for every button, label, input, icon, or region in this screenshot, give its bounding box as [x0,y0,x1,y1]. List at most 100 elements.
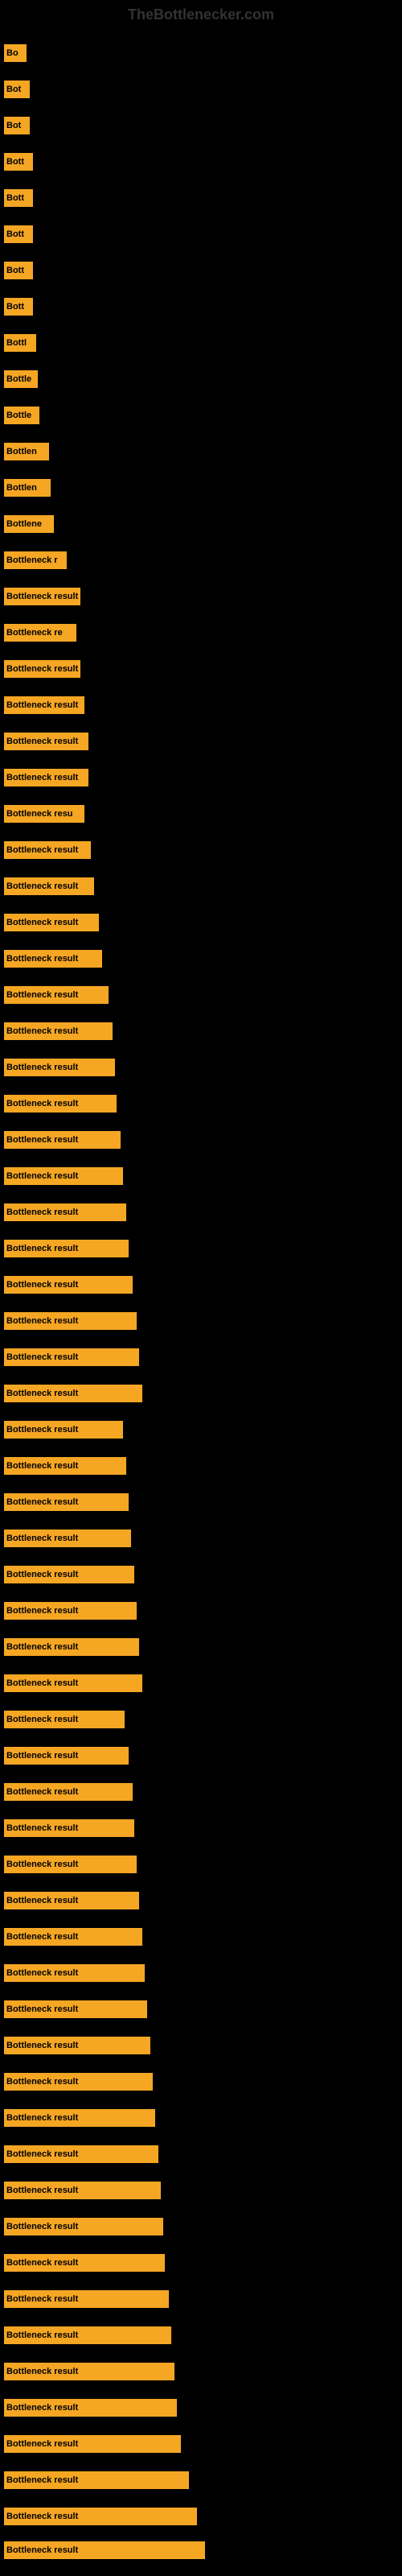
bottleneck-bar: Bottleneck result [4,2218,163,2235]
bottleneck-bar: Bottleneck result [4,1240,129,1257]
bar-row: Bottleneck result [4,2326,171,2344]
bar-row: Bottleneck result [4,1964,145,1982]
bar-row: Bottlen [4,443,49,460]
bottleneck-bar: Bottleneck result [4,1711,125,1728]
bottleneck-bar: Bottleneck result [4,986,109,1004]
bar-row: Bott [4,225,33,243]
bottleneck-bar: Bottleneck result [4,1348,139,1366]
bar-row: Bottleneck result [4,914,99,931]
bar-row: Bottleneck result [4,1022,113,1040]
bottleneck-bar: Bottleneck result [4,1747,129,1765]
bar-row: Bottleneck result [4,1493,129,1511]
bar-row: Bottleneck result [4,2218,163,2235]
bar-row: Bottl [4,334,36,352]
bottleneck-bar: Bottleneck result [4,1167,123,1185]
bottleneck-bar: Bottleneck result [4,1095,117,1113]
bar-row: Bot [4,117,30,134]
bottleneck-bar: Bottlene [4,515,54,533]
bottleneck-bar: Bottl [4,334,36,352]
bottleneck-bar: Bottleneck result [4,1385,142,1402]
bottleneck-bar: Bottleneck result [4,1892,139,1909]
bar-row: Bottleneck result [4,1348,139,1366]
bar-row: Bottleneck result [4,1783,133,1801]
bottleneck-bar: Bottleneck result [4,2073,153,2091]
bar-row: Bottleneck result [4,986,109,1004]
bottleneck-bar: Bottleneck result [4,1964,145,1982]
bar-row: Bottleneck result [4,1131,121,1149]
bottleneck-bar: Bottleneck result [4,2037,150,2054]
bottleneck-bar: Bottleneck result [4,769,88,786]
bottleneck-bar: Bottle [4,370,38,388]
bar-row: Bottleneck result [4,2471,189,2489]
bar-row: Bottleneck result [4,2109,155,2127]
bar-row: Bottleneck result [4,2508,197,2525]
bottleneck-bar: Bottleneck result [4,2399,177,2417]
bottleneck-bar: Bottleneck result [4,2254,165,2272]
bar-row: Bottleneck result [4,1421,123,1439]
bar-row: Bottleneck result [4,588,80,605]
bottleneck-bar: Bottleneck result [4,950,102,968]
bar-row: Bottle [4,407,39,424]
bar-row: Bottleneck r [4,551,67,569]
bar-row: Bottleneck result [4,2037,150,2054]
bottleneck-bar: Bottleneck result [4,2290,169,2308]
bar-row: Bottleneck result [4,2541,205,2559]
bar-row: Bottleneck result [4,1167,123,1185]
bottleneck-bar: Bott [4,189,33,207]
bottleneck-bar: Bottleneck result [4,2435,181,2453]
bar-row: Bottleneck result [4,950,102,968]
bottleneck-bar: Bottleneck result [4,914,99,931]
bar-row: Bottleneck result [4,877,94,895]
bar-row: Bottleneck result [4,1566,134,1583]
bar-row: Bottleneck result [4,1276,133,1294]
bar-row: Bottleneck result [4,2399,177,2417]
bar-row: Bot [4,80,30,98]
bar-row: Bottleneck result [4,1928,142,1946]
bar-row: Bottleneck result [4,1747,129,1765]
bar-row: Bottleneck result [4,1892,139,1909]
bottleneck-bar: Bottleneck result [4,1566,134,1583]
site-title: TheBottlenecker.com [0,0,402,30]
bar-row: Bottleneck result [4,733,88,750]
bottleneck-bar: Bottleneck result [4,1493,129,1511]
bottleneck-bar: Bottleneck result [4,2109,155,2127]
bar-row: Bottleneck result [4,1530,131,1547]
bar-row: Bottleneck result [4,2000,147,2018]
bar-row: Bott [4,153,33,171]
bottleneck-bar: Bottleneck result [4,1203,126,1221]
bottleneck-bar: Bottleneck result [4,696,84,714]
bar-row: Bottleneck result [4,2363,174,2380]
bottleneck-bar: Bottleneck result [4,2326,171,2344]
bar-row: Bottleneck result [4,1711,125,1728]
bar-row: Bottleneck result [4,1457,126,1475]
bar-row: Bottleneck result [4,2073,153,2091]
bottleneck-bar: Bottleneck result [4,1131,121,1149]
chart-container: BoBotBotBottBottBottBottBottBottlBottleB… [0,30,402,2566]
bar-row: Bott [4,298,33,316]
bottleneck-bar: Bott [4,153,33,171]
bottleneck-bar: Bottle [4,407,39,424]
bar-row: Bottleneck result [4,1240,129,1257]
bar-row: Bottleneck result [4,1819,134,1837]
bottleneck-bar: Bottlen [4,443,49,460]
bottleneck-bar: Bott [4,298,33,316]
bottleneck-bar: Bottleneck result [4,1674,142,1692]
bar-row: Bottleneck result [4,1602,137,1620]
bottleneck-bar: Bottleneck result [4,1638,139,1656]
bottleneck-bar: Bottleneck result [4,841,91,859]
bar-row: Bottlen [4,479,51,497]
bottleneck-bar: Bottleneck result [4,2363,174,2380]
bottleneck-bar: Bottleneck result [4,660,80,678]
bar-row: Bottleneck resu [4,805,84,823]
bottleneck-bar: Bottleneck result [4,2508,197,2525]
bottleneck-bar: Bottleneck result [4,733,88,750]
bottleneck-bar: Bott [4,262,33,279]
bar-row: Bott [4,189,33,207]
bottleneck-bar: Bottleneck result [4,1602,137,1620]
bar-row: Bottleneck result [4,1059,115,1076]
bottleneck-bar: Bottleneck result [4,1276,133,1294]
bottleneck-bar: Bottleneck result [4,1059,115,1076]
bottleneck-bar: Bottleneck re [4,624,76,642]
bar-row: Bottle [4,370,38,388]
bottleneck-bar: Bot [4,80,30,98]
